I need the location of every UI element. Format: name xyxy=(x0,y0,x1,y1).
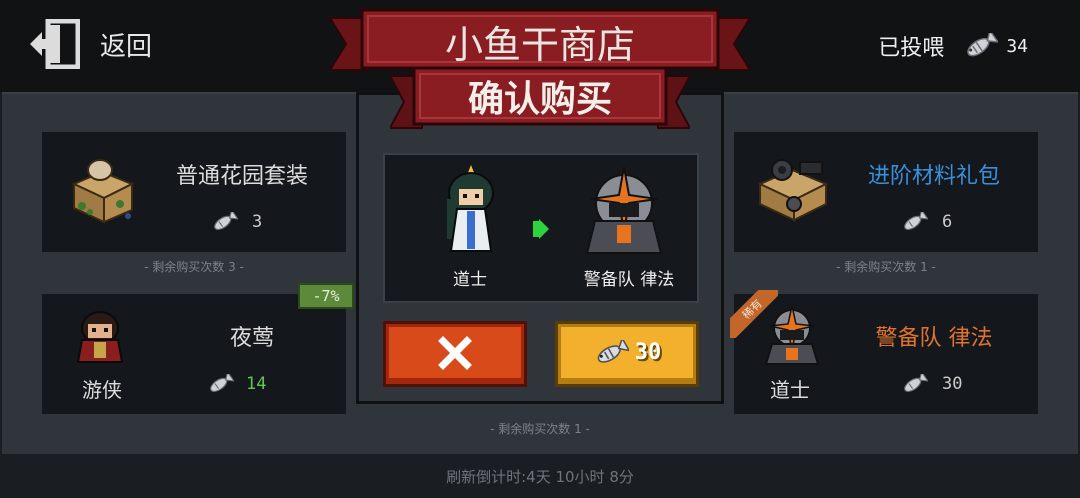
purchase-price: 30 xyxy=(634,340,662,365)
garden-set-remaining: - 剩余购买次数 3 - xyxy=(144,260,244,274)
price-value: 14 xyxy=(246,374,267,394)
nightingale-class: 游侠 xyxy=(82,378,122,402)
guard-skin-class: 道士 xyxy=(770,378,810,402)
to-label: 警备队 律法 xyxy=(583,270,675,290)
fed-label: 已投喂 xyxy=(878,36,945,61)
guard-skin-price: 30 xyxy=(900,374,962,394)
shop-card-guard-skin[interactable]: 道士 警备队 律法 30 xyxy=(734,294,1038,414)
refresh-countdown: 刷新倒计时:4天 10小时 8分 xyxy=(446,468,634,486)
fish-icon xyxy=(967,33,999,57)
discount-label: -7% xyxy=(312,287,340,305)
fish-icon xyxy=(904,374,928,392)
discount-badge: -7% xyxy=(298,283,354,309)
shop-card-material-pack[interactable]: 进阶材料礼包 6 xyxy=(734,132,1038,252)
nightingale-avatar-icon xyxy=(76,311,124,363)
rare-tag-label: 稀有 xyxy=(739,296,765,322)
nightingale-price: 14 xyxy=(206,374,266,394)
fed-counter: 已投喂 34 xyxy=(878,30,1028,62)
garden-set-price: 3 xyxy=(210,212,262,232)
guard-skin-icon xyxy=(585,166,663,254)
back-button[interactable]: 返回 xyxy=(28,18,168,70)
material-pack-icon xyxy=(757,159,829,222)
center-remaining: - 剩余购买次数 1 - xyxy=(490,422,590,436)
shop-card-nightingale[interactable]: 游侠 夜莺 14 xyxy=(42,294,346,414)
arrow-right-icon xyxy=(533,219,549,239)
material-pack-name: 进阶材料礼包 xyxy=(867,164,1000,189)
close-icon xyxy=(438,335,472,370)
garden-set-icon xyxy=(71,159,135,224)
garden-set-name: 普通花园套装 xyxy=(175,164,308,189)
fish-icon xyxy=(214,212,238,230)
fed-count: 34 xyxy=(1006,35,1028,57)
from-label: 道士 xyxy=(453,270,487,290)
material-pack-price: 6 xyxy=(900,212,952,232)
fish-icon xyxy=(904,212,928,230)
guard-skin-name: 警备队 律法 xyxy=(875,326,993,351)
confirm-title: 确认购买 xyxy=(467,79,612,120)
price-value: 3 xyxy=(252,212,263,232)
confirm-dialog: 道士 警备队 律法 30 xyxy=(356,92,724,404)
door-exit-icon xyxy=(30,19,80,69)
skin-preview: 道士 警备队 律法 xyxy=(383,153,699,303)
taoist-avatar-icon xyxy=(447,165,494,252)
fish-icon xyxy=(597,339,629,363)
shop-title: 小鱼干商店 xyxy=(444,23,635,67)
confirm-purchase-button[interactable]: 30 xyxy=(555,321,699,387)
cancel-button[interactable] xyxy=(383,321,527,387)
nightingale-name: 夜莺 xyxy=(229,326,274,351)
fish-icon xyxy=(210,374,234,392)
back-label: 返回 xyxy=(100,31,153,62)
material-pack-remaining: - 剩余购买次数 1 - xyxy=(836,260,936,274)
shop-card-garden-set[interactable]: 普通花园套装 3 xyxy=(42,132,346,252)
rare-tag: 稀有 xyxy=(730,290,778,338)
price-value: 6 xyxy=(942,212,953,232)
price-value: 30 xyxy=(942,374,963,394)
